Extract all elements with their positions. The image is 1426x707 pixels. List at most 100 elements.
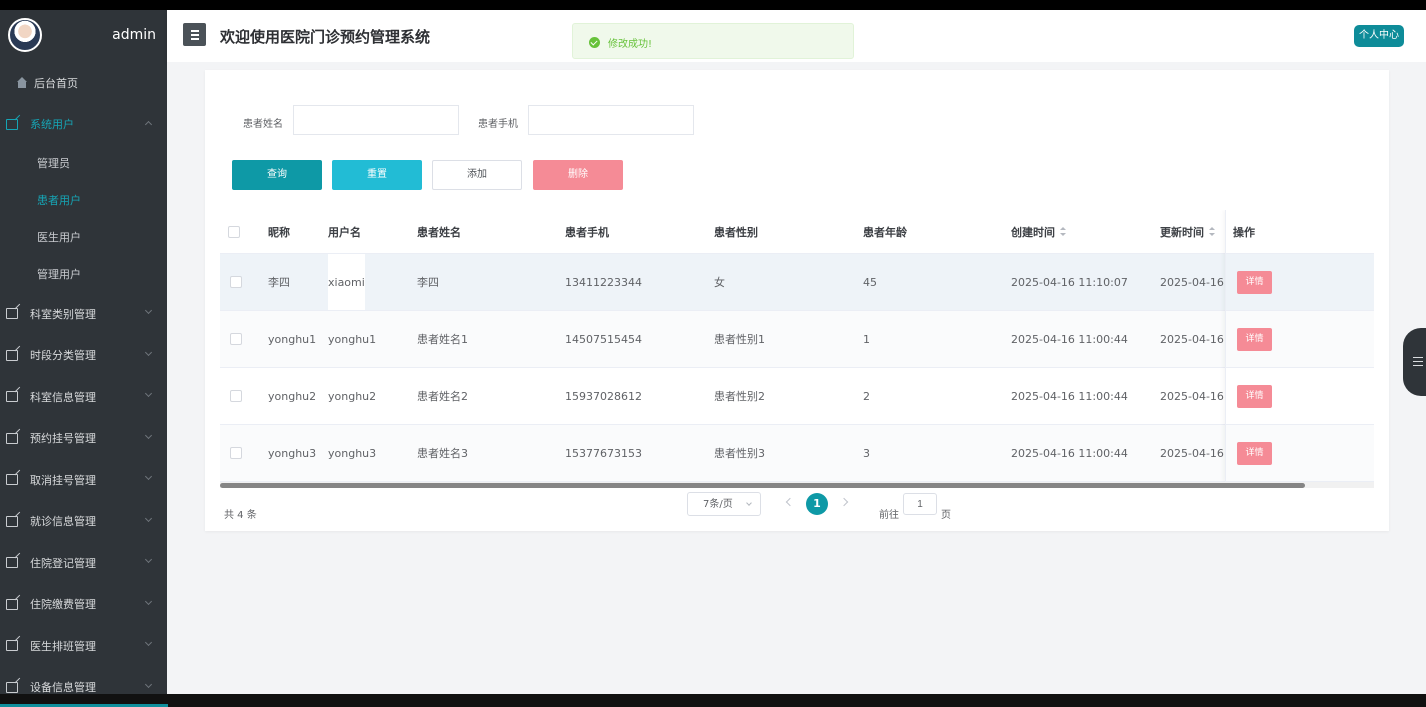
- sidebar-item-cancellations[interactable]: 取消挂号管理: [0, 459, 167, 501]
- chevron-down-icon: [144, 514, 153, 522]
- sidebar-item-label: 就诊信息管理: [30, 515, 96, 529]
- chevron-down-icon: [144, 680, 153, 688]
- cell-created: 2025-04-16 11:00:44: [1011, 389, 1128, 403]
- sidebar-item-admissions[interactable]: 住院登记管理: [0, 542, 167, 584]
- cell-age: 1: [863, 332, 870, 346]
- next-page-icon[interactable]: [839, 497, 849, 507]
- cell-created: 2025-04-16 11:10:07: [1011, 275, 1128, 289]
- edit-icon: [6, 681, 18, 693]
- delete-button[interactable]: 删除: [533, 160, 623, 190]
- list-icon-line: [1413, 357, 1423, 358]
- sort-icon[interactable]: [1209, 227, 1215, 236]
- column-header-label: 创建时间: [1011, 225, 1055, 239]
- page-size-value: 7条/页: [703, 499, 733, 510]
- patient-phone-input[interactable]: [528, 105, 694, 135]
- chevron-down-icon: [144, 348, 153, 356]
- patient-list-card: 患者姓名 患者手机 查询 重置 添加 删除 昵称 用户名 患者姓名 患者手机 患…: [205, 70, 1389, 531]
- row-checkbox[interactable]: [230, 276, 242, 288]
- cell-updated: 2025-04-16 1: [1160, 446, 1224, 460]
- edit-icon: [6, 432, 18, 444]
- patient-name-input[interactable]: [293, 105, 459, 135]
- row-select-cell: [230, 368, 242, 424]
- table-row[interactable]: yonghu1 yonghu1 患者姓名1 14507515454 患者性别1 …: [220, 311, 1374, 368]
- row-checkbox[interactable]: [230, 333, 242, 345]
- cell-updated: 2025-04-16 1: [1160, 332, 1224, 346]
- sidebar-item-department-category[interactable]: 科室类别管理: [0, 293, 167, 335]
- hamburger-line: [191, 34, 199, 36]
- row-checkbox[interactable]: [230, 390, 242, 402]
- sidebar-subitem-admins[interactable]: 管理员: [0, 145, 167, 182]
- prev-page-icon[interactable]: [785, 497, 795, 507]
- cell-age: 3: [863, 446, 870, 460]
- sidebar-item-schedules[interactable]: 医生排班管理: [0, 625, 167, 667]
- patient-name-label: 患者姓名: [243, 119, 283, 130]
- sidebar-item-visits[interactable]: 就诊信息管理: [0, 501, 167, 543]
- reset-button[interactable]: 重置: [332, 160, 422, 190]
- floating-panel-handle[interactable]: [1403, 328, 1426, 396]
- sidebar-item-equipment[interactable]: 设备信息管理: [0, 667, 167, 694]
- hamburger-line: [191, 30, 199, 32]
- menu-toggle-button[interactable]: [183, 23, 206, 46]
- cell-phone: 15937028612: [565, 389, 642, 403]
- sidebar-item-time-slots[interactable]: 时段分类管理: [0, 335, 167, 377]
- select-all-checkbox[interactable]: [228, 225, 240, 238]
- hamburger-line: [191, 38, 199, 40]
- table-header-row: 昵称 用户名 患者姓名 患者手机 患者性别 患者年龄 创建时间 更新时间 操作: [220, 210, 1374, 254]
- page-size-select[interactable]: 7条/页: [687, 492, 761, 516]
- row-select-cell: [230, 425, 242, 481]
- table-row[interactable]: yonghu3 yonghu3 患者姓名3 15377673153 患者性别3 …: [220, 425, 1374, 482]
- sidebar-subitem-doctors[interactable]: 医生用户: [0, 219, 167, 256]
- sidebar-item-department-info[interactable]: 科室信息管理: [0, 376, 167, 418]
- horizontal-scrollbar[interactable]: [220, 482, 1374, 488]
- column-header-nickname: 昵称: [268, 225, 290, 239]
- sidebar-subitem-managers[interactable]: 管理用户: [0, 256, 167, 293]
- cell-patient-name: 患者姓名1: [417, 333, 468, 346]
- edit-icon: [6, 308, 18, 320]
- edit-icon: [6, 598, 18, 610]
- cell-gender: 患者性别2: [714, 390, 765, 403]
- goto-page-input[interactable]: [903, 493, 937, 515]
- sidebar-item-label: 系统用户: [30, 118, 74, 132]
- sidebar-item-home[interactable]: 后台首页: [0, 62, 167, 104]
- page-number-current[interactable]: 1: [806, 493, 828, 515]
- cell-created: 2025-04-16 11:00:44: [1011, 446, 1128, 460]
- list-icon: [1413, 357, 1423, 366]
- pagination-total: 共 4 条: [224, 510, 257, 521]
- chevron-down-icon: [144, 555, 153, 564]
- sidebar-item-payments[interactable]: 住院缴费管理: [0, 584, 167, 626]
- cell-patient-name: 李四: [417, 276, 439, 289]
- success-toast: 修改成功!: [572, 23, 854, 59]
- sidebar-profile: admin: [0, 10, 167, 62]
- cell-username: yonghu3: [328, 446, 377, 460]
- profile-center-button[interactable]: 个人中心: [1354, 25, 1404, 47]
- cell-gender: 患者性别3: [714, 447, 765, 460]
- row-select-cell: [230, 254, 242, 310]
- column-header-updated[interactable]: 更新时间: [1160, 210, 1215, 253]
- query-button[interactable]: 查询: [232, 160, 322, 190]
- sidebar-item-system-users[interactable]: 系统用户: [0, 104, 167, 146]
- sidebar-item-label: 设备信息管理: [30, 681, 96, 694]
- avatar[interactable]: [8, 18, 42, 52]
- sidebar-subitem-patients[interactable]: 患者用户: [0, 182, 167, 219]
- chevron-down-icon: [144, 597, 153, 605]
- sort-icon[interactable]: [1060, 227, 1066, 236]
- edit-icon: [6, 557, 18, 569]
- sidebar-item-appointments[interactable]: 预约挂号管理: [0, 418, 167, 460]
- cell-phone: 13411223344: [565, 275, 642, 289]
- cell-updated: 2025-04-16 1: [1160, 389, 1224, 403]
- column-header-phone: 患者手机: [565, 225, 609, 239]
- list-icon-line: [1413, 361, 1423, 362]
- chevron-down-icon: [144, 431, 153, 439]
- table-row[interactable]: 李四 xiaomi 李四 13411223344 女 45 2025-04-16…: [220, 254, 1374, 311]
- row-checkbox[interactable]: [230, 447, 242, 459]
- main-content: 患者姓名 患者手机 查询 重置 添加 删除 昵称 用户名 患者姓名 患者手机 患…: [167, 62, 1426, 694]
- table-row[interactable]: yonghu2 yonghu2 患者姓名2 15937028612 患者性别2 …: [220, 368, 1374, 425]
- cell-phone: 14507515454: [565, 332, 642, 346]
- cell-gender: 女: [714, 276, 725, 289]
- sidebar-item-label: 住院缴费管理: [30, 598, 96, 612]
- patient-table: 昵称 用户名 患者姓名 患者手机 患者性别 患者年龄 创建时间 更新时间 操作 …: [220, 210, 1374, 488]
- column-header-created[interactable]: 创建时间: [1011, 210, 1066, 253]
- scrollbar-thumb[interactable]: [220, 483, 1305, 488]
- add-button[interactable]: 添加: [432, 160, 522, 190]
- goto-unit-label: 页: [941, 510, 951, 521]
